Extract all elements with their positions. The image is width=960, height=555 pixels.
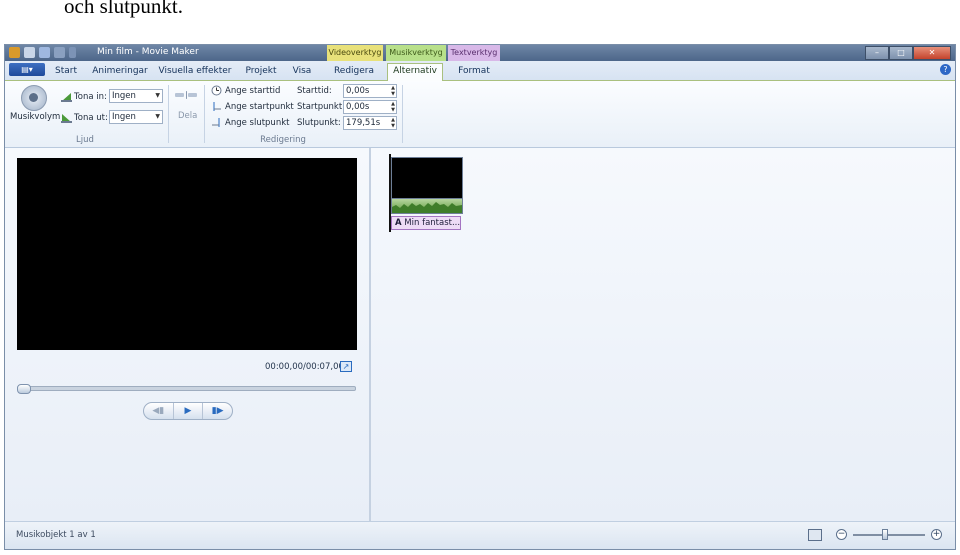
- start-time-value: 0,00s: [346, 86, 370, 96]
- fade-in-value: Ingen: [112, 91, 136, 101]
- minimize-button[interactable]: –: [865, 46, 889, 60]
- group-label-ljud: Ljud: [76, 135, 94, 145]
- split-icon[interactable]: [175, 91, 197, 99]
- ribbon-separator: [204, 85, 205, 143]
- music-track[interactable]: [391, 199, 463, 214]
- tab-alternativ[interactable]: Alternativ: [387, 63, 443, 81]
- chevron-down-icon: ▼: [155, 113, 160, 120]
- seek-bar[interactable]: [17, 384, 356, 394]
- set-end-point-button[interactable]: Ange slutpunkt: [225, 118, 289, 128]
- zoom-in-button[interactable]: +: [931, 529, 942, 540]
- tab-start[interactable]: Start: [49, 64, 83, 80]
- app-icon: [9, 47, 20, 58]
- chevron-down-icon: ▼: [155, 92, 160, 99]
- maximize-button[interactable]: □: [889, 46, 913, 60]
- undo-icon[interactable]: [39, 47, 50, 58]
- tab-animeringar[interactable]: Animeringar: [89, 64, 151, 80]
- ribbon: Musikvolym Tona in: Ingen ▼ Tona ut: Inge…: [5, 81, 955, 148]
- zoom-thumb[interactable]: [882, 529, 889, 540]
- caption-text: Min fantast...: [404, 218, 461, 228]
- status-bar: Musikobjekt 1 av 1 − +: [5, 521, 955, 549]
- spinner-arrows-icon[interactable]: ▲ ▼: [391, 85, 395, 97]
- window-title: Min film - Movie Maker: [97, 47, 199, 57]
- save-icon[interactable]: [24, 47, 35, 58]
- fade-in-select[interactable]: Ingen ▼: [109, 89, 163, 103]
- status-text: Musikobjekt 1 av 1: [16, 530, 96, 540]
- fade-out-icon: [61, 114, 72, 123]
- caption-track[interactable]: A Min fantast...: [391, 216, 461, 230]
- set-start-time-button[interactable]: Ange starttid: [225, 86, 280, 96]
- music-volume-label[interactable]: Musikvolym: [10, 112, 60, 122]
- previous-frame-button[interactable]: ◀▮: [144, 403, 174, 419]
- storyboard-clip[interactable]: A Min fantast...: [391, 157, 463, 230]
- context-tab-music: Musikverktyg: [386, 45, 446, 61]
- context-tab-video: Videoverktyg: [327, 45, 383, 61]
- text-a-icon: A: [395, 218, 402, 228]
- set-start-point-button[interactable]: Ange startpunkt: [225, 102, 294, 112]
- ribbon-separator: [402, 85, 403, 143]
- tab-visuella-effekter[interactable]: Visuella effekter: [157, 64, 233, 80]
- storyboard-pane: A Min fantast...: [371, 148, 955, 524]
- split-button[interactable]: Dela: [178, 111, 197, 121]
- document-caption: och slutpunkt.: [64, 0, 183, 18]
- thumbnail-size-icon[interactable]: [808, 529, 822, 541]
- context-tab-text: Textverktyg: [448, 45, 500, 61]
- play-button[interactable]: ▶: [174, 403, 204, 419]
- tab-format[interactable]: Format: [449, 64, 499, 80]
- tab-visa[interactable]: Visa: [287, 64, 317, 80]
- start-point-value: 0,00s: [346, 102, 370, 112]
- app-menu-button[interactable]: ▤▾: [9, 63, 45, 76]
- start-time-label: Starttid:: [297, 86, 332, 96]
- zoom-slider[interactable]: [853, 529, 925, 540]
- timecode: 00:00,00/00:07,00: [265, 362, 344, 372]
- zoom-out-button[interactable]: −: [836, 529, 847, 540]
- waveform-icon: [392, 202, 462, 213]
- redo-icon[interactable]: [54, 47, 65, 58]
- ribbon-tab-bar: ▤▾ Start Animeringar Visuella effekter P…: [5, 61, 955, 81]
- fade-out-value: Ingen: [112, 112, 136, 122]
- tab-redigera[interactable]: Redigera: [329, 64, 379, 80]
- end-point-label: Slutpunkt:: [297, 118, 341, 128]
- start-time-input[interactable]: 0,00s ▲ ▼: [343, 84, 397, 98]
- end-point-value: 179,51s: [346, 118, 381, 128]
- video-preview[interactable]: [17, 158, 357, 350]
- fullscreen-icon[interactable]: ↗: [340, 361, 352, 372]
- end-point-icon: [212, 118, 220, 127]
- window-controls: – □ ✕: [865, 46, 951, 60]
- music-volume-icon[interactable]: [21, 85, 47, 111]
- title-bar: Min film - Movie Maker Videoverktyg Musi…: [5, 45, 955, 61]
- spinner-arrows-icon[interactable]: ▲ ▼: [391, 101, 395, 113]
- playback-controls: ◀▮ ▶ ▮▶: [143, 402, 233, 420]
- clock-icon: [211, 85, 222, 96]
- start-point-label: Startpunkt:: [297, 102, 346, 112]
- fade-out-label: Tona ut:: [74, 113, 108, 123]
- workspace: 00:00,00/00:07,00 ↗ ◀▮ ▶ ▮▶ A Min fantas…: [5, 148, 955, 524]
- movie-maker-window: Min film - Movie Maker Videoverktyg Musi…: [4, 44, 956, 550]
- fade-out-select[interactable]: Ingen ▼: [109, 110, 163, 124]
- start-point-icon: [213, 102, 221, 111]
- next-frame-button[interactable]: ▮▶: [203, 403, 232, 419]
- clip-thumbnail[interactable]: [391, 157, 463, 199]
- qat-dropdown-icon[interactable]: [69, 47, 76, 58]
- group-label-redigering: Redigering: [260, 135, 306, 145]
- quick-access-toolbar: [9, 47, 76, 58]
- help-icon[interactable]: ?: [940, 64, 951, 75]
- spinner-arrows-icon[interactable]: ▲ ▼: [391, 117, 395, 129]
- tab-projekt[interactable]: Projekt: [241, 64, 281, 80]
- start-point-input[interactable]: 0,00s ▲ ▼: [343, 100, 397, 114]
- ribbon-separator: [168, 85, 169, 143]
- seek-thumb[interactable]: [17, 384, 31, 394]
- fade-in-label: Tona in:: [74, 92, 107, 102]
- fade-in-icon: [61, 93, 72, 102]
- end-point-input[interactable]: 179,51s ▲ ▼: [343, 116, 397, 130]
- preview-pane: 00:00,00/00:07,00 ↗ ◀▮ ▶ ▮▶: [5, 148, 369, 524]
- close-button[interactable]: ✕: [913, 46, 951, 60]
